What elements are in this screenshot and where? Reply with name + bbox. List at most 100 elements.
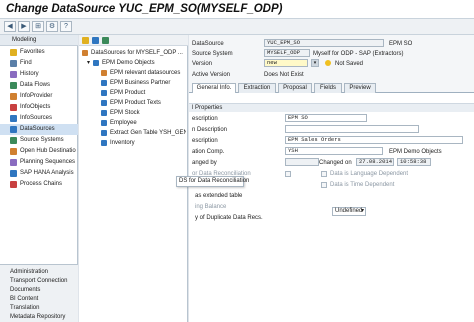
tree-root-label: DataSources for MYSELF_ODP ... (91, 50, 183, 56)
app-comp-field[interactable]: YSH (285, 147, 383, 155)
nav-item[interactable]: Favorites (0, 47, 78, 58)
time-dependent-label: Data is Time Dependent (330, 182, 395, 188)
back-icon[interactable]: ◀ (4, 21, 16, 32)
balance-label: ing Balance (195, 204, 227, 210)
version-dropdown-icon[interactable]: ▾ (311, 59, 319, 67)
hana-icon (10, 170, 17, 177)
tab-proposal[interactable]: Proposal (278, 83, 312, 93)
nav-item[interactable]: InfoObjects (0, 102, 78, 113)
short-desc-label: escription (192, 116, 218, 122)
infosource-icon (10, 115, 17, 122)
nav-bottom-item[interactable]: Translation (10, 304, 78, 313)
long-desc-field[interactable]: EPM Sales Orders (285, 136, 463, 144)
app-comp-desc: EPM Demo Objects (389, 149, 442, 155)
nav-item[interactable]: Data Flows (0, 80, 78, 91)
refresh-icon[interactable] (92, 37, 99, 44)
nav-item[interactable]: Open Hub Destinatio (0, 146, 78, 157)
source-system-label: Source System (192, 51, 233, 57)
settings-icon[interactable]: ⚙ (46, 21, 58, 32)
nav-item-label: InfoObjects (20, 104, 51, 110)
help-icon[interactable]: ? (60, 21, 72, 32)
chevron-down-icon[interactable]: ▾ (361, 208, 364, 215)
history-icon (10, 71, 17, 78)
datasource-icon (101, 90, 107, 96)
extended-table-label: as extended table (195, 193, 243, 199)
tree-root[interactable]: DataSources for MYSELF_ODP ... (82, 48, 186, 58)
nav-bottom-item[interactable]: Administration (10, 268, 78, 277)
nav-header[interactable]: Modeling (0, 35, 78, 46)
datasource-icon (10, 126, 17, 133)
changed-on-label: Changed on (319, 160, 352, 166)
tab-fields[interactable]: Fields (314, 83, 342, 93)
process-chain-icon (10, 181, 17, 188)
collapse-icon[interactable]: ▾ (87, 58, 90, 68)
medium-desc-field[interactable] (285, 125, 419, 133)
changed-on-date: 27.08.2014 (356, 158, 394, 166)
medium-desc-label: n Description (192, 127, 228, 133)
folder-icon[interactable] (82, 37, 89, 44)
long-desc-label: escription (192, 138, 218, 144)
nav-bottom-item[interactable]: Metadata Repository (10, 313, 78, 322)
nav-bottom-item[interactable]: Documents (10, 286, 78, 295)
filter-icon[interactable] (102, 37, 109, 44)
forward-icon[interactable]: ▶ (18, 21, 30, 32)
nav-item[interactable]: Source Systems (0, 135, 78, 146)
nav-item[interactable]: Process Chains (0, 179, 78, 190)
nav-item-label: InfoProvider (20, 93, 53, 99)
nav-item[interactable]: History (0, 69, 78, 80)
title-bar: Change DataSource YUC_EPM_SO(MYSELF_ODP) (0, 0, 474, 19)
reconciliation-checkbox[interactable] (285, 171, 291, 177)
tree-item[interactable]: Extract Gen Table YSH_GEN (101, 128, 186, 138)
nav-item[interactable]: Find (0, 58, 78, 69)
nav-header-label: Modeling (12, 37, 37, 43)
tab-preview[interactable]: Preview (344, 83, 376, 93)
tree-item[interactable]: EPM Stock (101, 108, 186, 118)
datasource-desc: EPM SO (389, 41, 413, 47)
time-dependent-checkbox[interactable] (321, 182, 327, 188)
nav-item-label: History (20, 71, 39, 77)
nav-item[interactable]: SAP HANA Analysis (0, 168, 78, 179)
nav-item[interactable]: Planning Sequences (0, 157, 78, 168)
tab-general-info[interactable]: General Info. (192, 83, 236, 93)
nav-item[interactable]: InfoSources (0, 113, 78, 124)
tree-item[interactable]: Employee (101, 118, 186, 128)
infoobject-icon (10, 104, 17, 111)
short-desc-field[interactable]: EPM SO (285, 114, 367, 122)
version-label: Version (192, 61, 213, 67)
nav-bottom-item[interactable]: BI Content (10, 295, 78, 304)
reconciliation-tooltip: DS for Data Reconciliation (176, 176, 249, 187)
language-dependent-checkbox[interactable] (321, 171, 327, 177)
tab-extraction[interactable]: Extraction (238, 83, 276, 93)
tree-item[interactable]: EPM Business Partner (101, 78, 186, 88)
nav-item-label: InfoSources (20, 115, 53, 121)
changed-by-label: anged by (192, 160, 217, 166)
window-title: Change DataSource YUC_EPM_SO(MYSELF_ODP) (6, 3, 283, 15)
version-field[interactable]: new (264, 59, 308, 67)
nav-bottom-panel: Administration Transport Connection Docume… (0, 264, 78, 322)
nav-item-label: Process Chains (20, 181, 63, 187)
nav-item-label: Data Flows (20, 82, 51, 88)
app-comp-label: ation Comp. (192, 149, 225, 155)
status-light-icon (325, 60, 331, 66)
data-flow-icon (10, 82, 17, 89)
nav-item[interactable]: DataSources (0, 124, 78, 135)
datasource-field[interactable]: YUC_EPM_SO (264, 39, 384, 47)
infoprovider-icon (10, 93, 17, 100)
nav-item[interactable]: InfoProvider (0, 91, 78, 102)
tree-item[interactable]: EPM relevant datasources (101, 68, 186, 78)
tree-item-label: EPM Product (110, 90, 146, 96)
datasource-icon (101, 130, 107, 136)
active-version-label: Active Version (192, 72, 231, 78)
language-dependent-label: Data is Language Dependent (330, 171, 409, 177)
duplicate-recs-dropdown[interactable]: Undefined ▾ (332, 207, 366, 216)
datasource-icon (101, 110, 107, 116)
expand-icon[interactable]: ⊞ (32, 21, 44, 32)
tree-item[interactable]: EPM Product Texts (101, 98, 186, 108)
tree-item[interactable]: EPM Product (101, 88, 186, 98)
tree-node-epm-demo[interactable]: ▾ EPM Demo Objects (87, 58, 186, 68)
find-icon (10, 60, 17, 67)
source-system-field[interactable]: MYSELF_ODP (264, 49, 310, 57)
nav-bottom-item[interactable]: Transport Connection (10, 277, 78, 286)
duplicate-recs-label: y of Duplicate Data Recs. (195, 215, 263, 221)
tree-item[interactable]: Inventory (101, 138, 186, 148)
